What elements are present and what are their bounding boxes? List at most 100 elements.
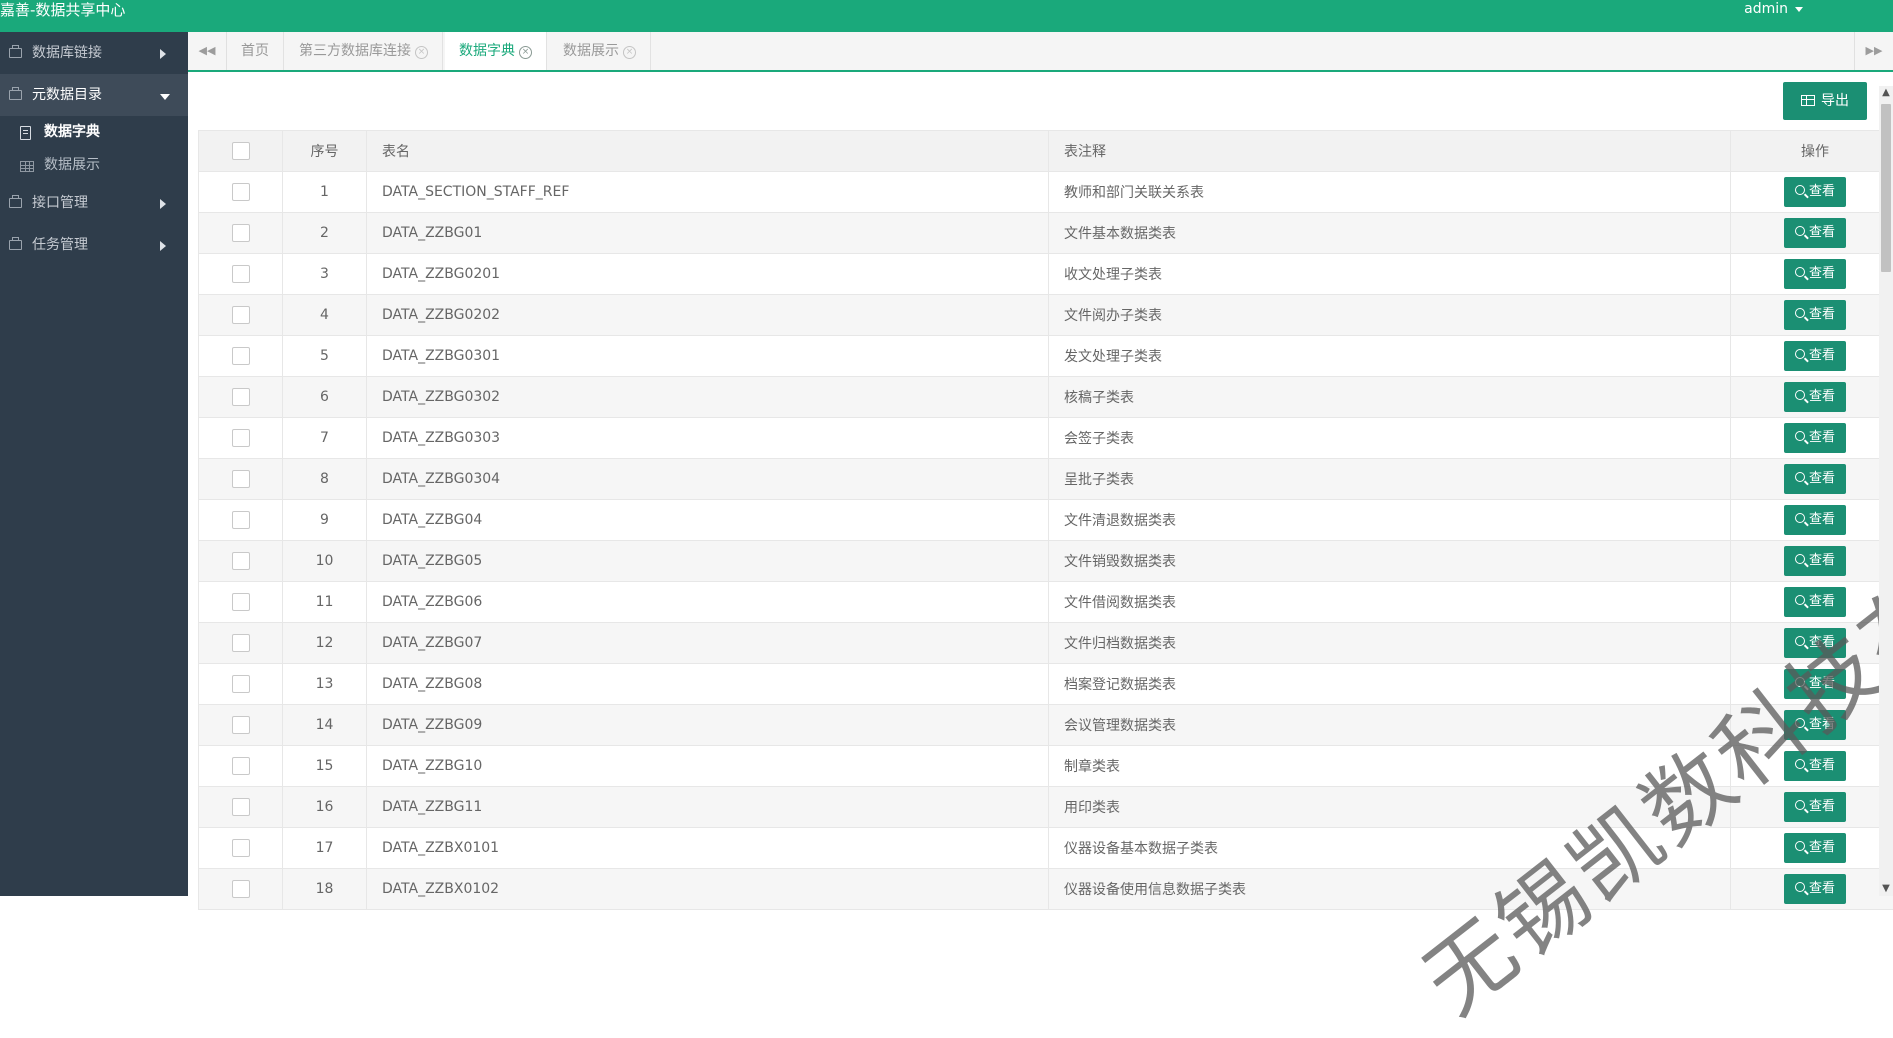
row-operation: 查看 [1731, 295, 1893, 336]
row-select-cell [199, 172, 283, 213]
row-checkbox[interactable] [232, 183, 250, 201]
search-icon [1795, 308, 1805, 318]
view-button[interactable]: 查看 [1784, 792, 1846, 822]
search-icon [1795, 513, 1805, 523]
view-label: 查看 [1809, 553, 1835, 568]
scrollbar-thumb[interactable] [1881, 104, 1891, 272]
row-operation: 查看 [1731, 623, 1893, 664]
vertical-scrollbar[interactable]: ▲ ▼ [1879, 86, 1893, 896]
view-label: 查看 [1809, 512, 1835, 527]
table-row: 9DATA_ZZBG04文件清退数据类表查看 [199, 500, 1893, 541]
row-checkbox[interactable] [232, 388, 250, 406]
row-checkbox[interactable] [232, 265, 250, 283]
view-button[interactable]: 查看 [1784, 833, 1846, 863]
view-button[interactable]: 查看 [1784, 464, 1846, 494]
view-button[interactable]: 查看 [1784, 505, 1846, 535]
row-table-name: DATA_ZZBG0303 [367, 418, 1049, 459]
row-index: 11 [283, 582, 367, 623]
view-button[interactable]: 查看 [1784, 710, 1846, 740]
row-checkbox[interactable] [232, 880, 250, 898]
view-button[interactable]: 查看 [1784, 628, 1846, 658]
row-select-cell [199, 746, 283, 787]
row-operation: 查看 [1731, 787, 1893, 828]
user-menu[interactable]: admin [1744, 0, 1803, 18]
row-table-name: DATA_ZZBG0202 [367, 295, 1049, 336]
close-icon[interactable]: × [415, 46, 428, 59]
row-table-name: DATA_ZZBG0302 [367, 377, 1049, 418]
row-index: 7 [283, 418, 367, 459]
table-row: 12DATA_ZZBG07文件归档数据类表查看 [199, 623, 1893, 664]
table-row: 16DATA_ZZBG11用印类表查看 [199, 787, 1893, 828]
row-index: 5 [283, 336, 367, 377]
row-select-cell [199, 705, 283, 746]
view-button[interactable]: 查看 [1784, 587, 1846, 617]
row-table-comment: 收文处理子类表 [1049, 254, 1731, 295]
view-button[interactable]: 查看 [1784, 382, 1846, 412]
row-checkbox[interactable] [232, 798, 250, 816]
row-checkbox[interactable] [232, 634, 250, 652]
header-index: 序号 [283, 131, 367, 172]
close-icon[interactable]: × [623, 46, 636, 59]
view-button[interactable]: 查看 [1784, 300, 1846, 330]
row-checkbox[interactable] [232, 757, 250, 775]
tab-data-display[interactable]: 数据展示× [549, 32, 651, 70]
chevron-down-icon [160, 94, 170, 100]
sidebar-subitem-data-dictionary[interactable]: 数据字典 [0, 116, 188, 149]
row-checkbox[interactable] [232, 511, 250, 529]
tab-home[interactable]: 首页 [227, 32, 284, 70]
chevron-right-icon [160, 241, 166, 251]
row-checkbox[interactable] [232, 593, 250, 611]
row-checkbox[interactable] [232, 470, 250, 488]
row-checkbox[interactable] [232, 716, 250, 734]
view-button[interactable]: 查看 [1784, 751, 1846, 781]
row-index: 3 [283, 254, 367, 295]
row-operation: 查看 [1731, 418, 1893, 459]
close-icon[interactable]: × [519, 46, 532, 59]
view-button[interactable]: 查看 [1784, 669, 1846, 699]
row-table-comment: 文件清退数据类表 [1049, 500, 1731, 541]
sidebar-item-database-links[interactable]: 数据库链接 [0, 32, 188, 74]
row-select-cell [199, 787, 283, 828]
row-table-comment: 档案登记数据类表 [1049, 664, 1731, 705]
row-table-name: DATA_ZZBG06 [367, 582, 1049, 623]
view-button[interactable]: 查看 [1784, 341, 1846, 371]
tabs-scroll-left-icon[interactable]: ◀◀ [188, 32, 227, 70]
header-operation: 操作 [1731, 131, 1893, 172]
row-operation: 查看 [1731, 172, 1893, 213]
view-label: 查看 [1809, 594, 1835, 609]
scroll-down-icon[interactable]: ▼ [1879, 882, 1893, 896]
row-checkbox[interactable] [232, 839, 250, 857]
row-table-comment: 文件归档数据类表 [1049, 623, 1731, 664]
row-operation: 查看 [1731, 254, 1893, 295]
tab-bar: ◀◀ 首页 第三方数据库连接× 数据字典× 数据展示× ▶▶ [188, 32, 1893, 72]
row-select-cell [199, 418, 283, 459]
caret-down-icon [1795, 7, 1803, 12]
row-checkbox[interactable] [232, 306, 250, 324]
scroll-up-icon[interactable]: ▲ [1879, 86, 1893, 100]
sidebar-subitem-data-display[interactable]: 数据展示 [0, 149, 188, 182]
sidebar-item-task-management[interactable]: 任务管理 [0, 224, 188, 266]
view-button[interactable]: 查看 [1784, 874, 1846, 904]
export-button[interactable]: 导出 [1783, 82, 1867, 120]
row-index: 12 [283, 623, 367, 664]
select-all-checkbox[interactable] [232, 142, 250, 160]
tabs-scroll-right-icon[interactable]: ▶▶ [1854, 32, 1893, 70]
row-checkbox[interactable] [232, 675, 250, 693]
view-button[interactable]: 查看 [1784, 218, 1846, 248]
row-operation: 查看 [1731, 582, 1893, 623]
view-button[interactable]: 查看 [1784, 423, 1846, 453]
row-checkbox[interactable] [232, 347, 250, 365]
search-icon [1795, 718, 1805, 728]
view-button[interactable]: 查看 [1784, 177, 1846, 207]
sidebar-item-interface-management[interactable]: 接口管理 [0, 182, 188, 224]
sidebar-item-metadata-catalog[interactable]: 元数据目录 [0, 74, 188, 116]
tab-third-party-db[interactable]: 第三方数据库连接× [285, 32, 443, 70]
view-label: 查看 [1809, 676, 1835, 691]
row-checkbox[interactable] [232, 429, 250, 447]
view-button[interactable]: 查看 [1784, 546, 1846, 576]
row-checkbox[interactable] [232, 552, 250, 570]
view-button[interactable]: 查看 [1784, 259, 1846, 289]
row-table-comment: 发文处理子类表 [1049, 336, 1731, 377]
row-checkbox[interactable] [232, 224, 250, 242]
tab-data-dictionary[interactable]: 数据字典× [445, 32, 547, 70]
